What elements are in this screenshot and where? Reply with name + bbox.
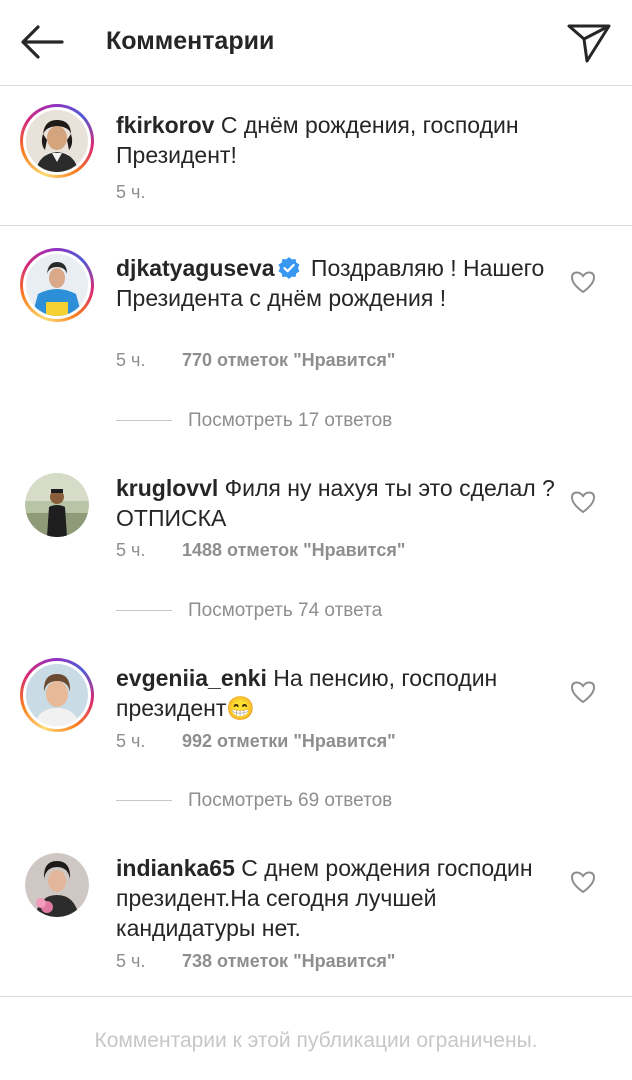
comment-time: 5 ч.: [116, 540, 146, 560]
comment-username[interactable]: kruglovvl: [116, 475, 218, 501]
comment-text: djkatyaguseva Поздравляю ! Нашего Презид…: [116, 253, 556, 313]
post-caption: fkirkorov С днём рождения, господин През…: [0, 86, 632, 226]
comment-text: evgeniia_enki На пенсию, господин презид…: [116, 663, 556, 723]
likes-count[interactable]: 992 отметки "Нравится": [182, 731, 396, 751]
caption-time: 5 ч.: [116, 182, 146, 202]
avatar[interactable]: [25, 473, 89, 537]
view-replies-label: Посмотреть 74 ответа: [188, 600, 383, 621]
comment-text: indianka65 С днем рождения господин през…: [116, 853, 556, 943]
likes-count[interactable]: 1488 отметок "Нравится": [182, 540, 405, 560]
view-replies-label: Посмотреть 69 ответов: [188, 790, 393, 811]
comments-restricted-notice: Комментарии к этой публикации ограничены…: [0, 996, 632, 1080]
heart-icon[interactable]: [570, 680, 596, 704]
verified-badge-icon: [278, 257, 300, 279]
avatar-image: [26, 110, 88, 172]
comment-time: 5 ч.: [116, 350, 146, 370]
avatar-image: [26, 254, 88, 316]
comment-time: 5 ч.: [116, 731, 146, 751]
replies-divider: [116, 420, 172, 422]
comment-meta: 5 ч. 738 отметок "Нравится": [116, 951, 395, 972]
avatar[interactable]: [20, 248, 94, 322]
restricted-notice-text: Комментарии к этой публикации ограничены…: [94, 1029, 538, 1052]
avatar[interactable]: [20, 658, 94, 732]
avatar-image: [25, 473, 89, 537]
comment-text: kruglovvl Филя ну нахуя ты это сделал ? …: [116, 473, 556, 533]
replies-divider: [116, 800, 172, 802]
view-replies-button[interactable]: Посмотреть 17 ответов: [116, 410, 392, 434]
share-button[interactable]: [566, 22, 612, 64]
caption-username[interactable]: fkirkorov: [116, 112, 214, 138]
comment-meta: 5 ч. 770 отметок "Нравится": [116, 350, 395, 371]
heart-icon[interactable]: [570, 870, 596, 894]
comment-time: 5 ч.: [116, 951, 146, 971]
caption-meta: 5 ч.: [116, 182, 182, 203]
arrow-left-icon: [21, 25, 64, 59]
paper-plane-icon: [567, 24, 611, 63]
likes-count[interactable]: 738 отметок "Нравится": [182, 951, 395, 971]
comment-meta: 5 ч. 1488 отметок "Нравится": [116, 540, 405, 561]
comment-username[interactable]: djkatyaguseva: [116, 255, 275, 281]
avatar[interactable]: [25, 853, 89, 917]
comment-username[interactable]: indianka65: [116, 855, 235, 881]
avatar[interactable]: [20, 104, 94, 178]
caption-text: fkirkorov С днём рождения, господин През…: [116, 110, 556, 170]
comment-meta: 5 ч. 992 отметки "Нравится": [116, 731, 396, 752]
page-title: Комментарии: [106, 27, 275, 55]
likes-count[interactable]: 770 отметок "Нравится": [182, 350, 395, 370]
replies-divider: [116, 610, 172, 612]
comment-username[interactable]: evgeniia_enki: [116, 665, 267, 691]
view-replies-button[interactable]: Посмотреть 74 ответа: [116, 600, 382, 624]
back-button[interactable]: [18, 22, 66, 62]
view-replies-label: Посмотреть 17 ответов: [188, 410, 393, 431]
heart-icon[interactable]: [570, 490, 596, 514]
avatar-image: [25, 853, 89, 917]
top-bar: Комментарии: [0, 0, 632, 86]
heart-icon[interactable]: [570, 270, 596, 294]
view-replies-button[interactable]: Посмотреть 69 ответов: [116, 790, 392, 814]
avatar-image: [26, 664, 88, 726]
